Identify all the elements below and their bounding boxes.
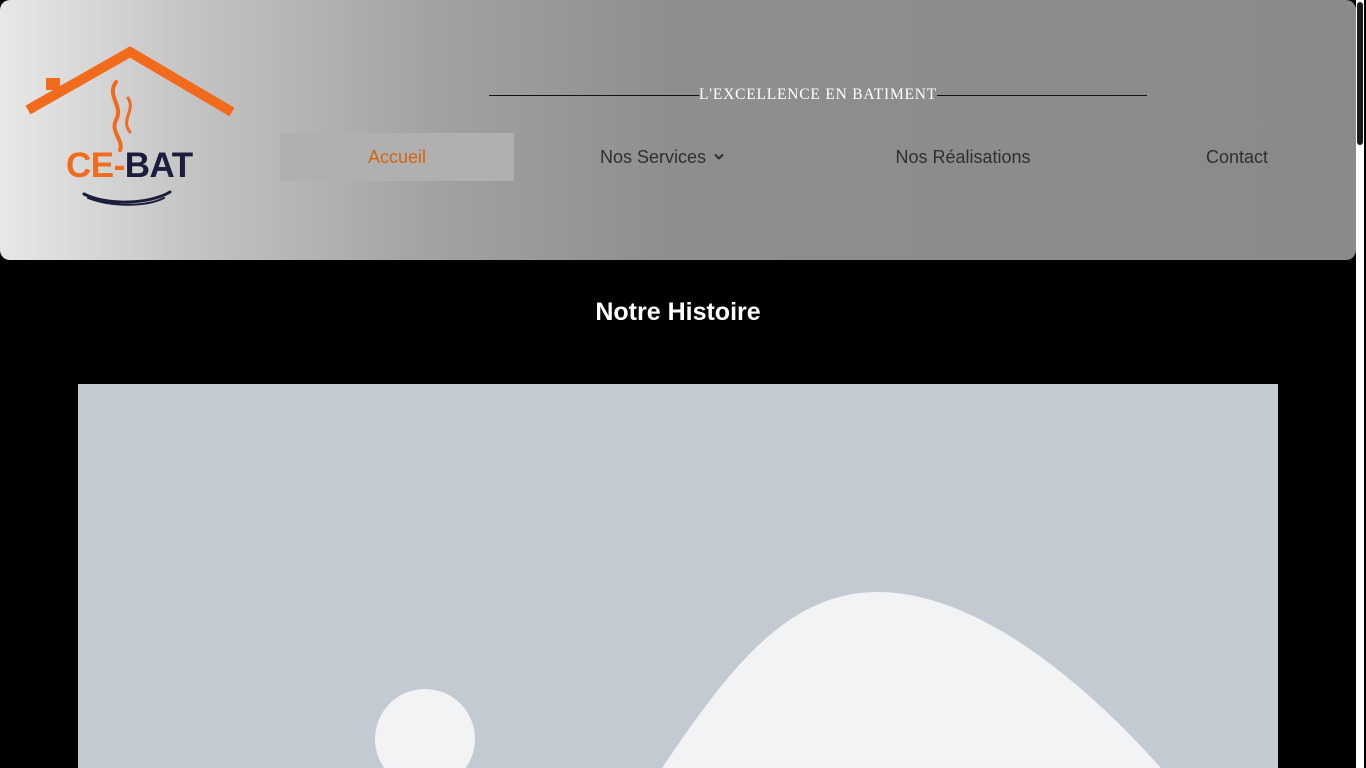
story-image: [78, 384, 1278, 768]
logo-text-ce: CE-: [66, 146, 125, 185]
tagline-row: L'EXCELLENCE EN BATIMENT: [489, 84, 1148, 106]
nav-item-contact[interactable]: Contact: [1160, 133, 1314, 181]
tagline: L'EXCELLENCE EN BATIMENT: [698, 86, 938, 103]
logo-wordmark: CE-BAT: [66, 146, 193, 186]
page: CE-BAT L'EXCELLENCE EN BATIMENT Accueil …: [0, 0, 1366, 768]
logo[interactable]: CE-BAT: [24, 44, 238, 210]
nav-item-label: Accueil: [367, 146, 427, 167]
nav-item-label: Nos Réalisations: [895, 146, 1031, 167]
nav-item-label: Nos Services: [599, 146, 707, 167]
main-nav: Accueil Nos Services Nos Réalisations Co…: [280, 133, 1340, 181]
section-title: Notre Histoire: [595, 298, 761, 326]
nav-item-nos-services[interactable]: Nos Services: [544, 133, 780, 181]
nav-item-accueil[interactable]: Accueil: [280, 133, 514, 181]
tagline-divider-right: [937, 94, 1148, 96]
site-header: CE-BAT L'EXCELLENCE EN BATIMENT Accueil …: [0, 0, 1356, 260]
tagline-divider-left: [489, 94, 699, 96]
scrollbar-thumb[interactable]: [1357, 2, 1363, 145]
image-placeholder-icon: [375, 592, 1161, 768]
nav-item-label: Contact: [1205, 146, 1269, 167]
nav-item-nos-realisations[interactable]: Nos Réalisations: [840, 133, 1086, 181]
page-scrollbar[interactable]: [1356, 0, 1364, 768]
logo-text-bat: BAT: [124, 146, 193, 185]
chevron-down-icon[interactable]: [714, 152, 724, 162]
